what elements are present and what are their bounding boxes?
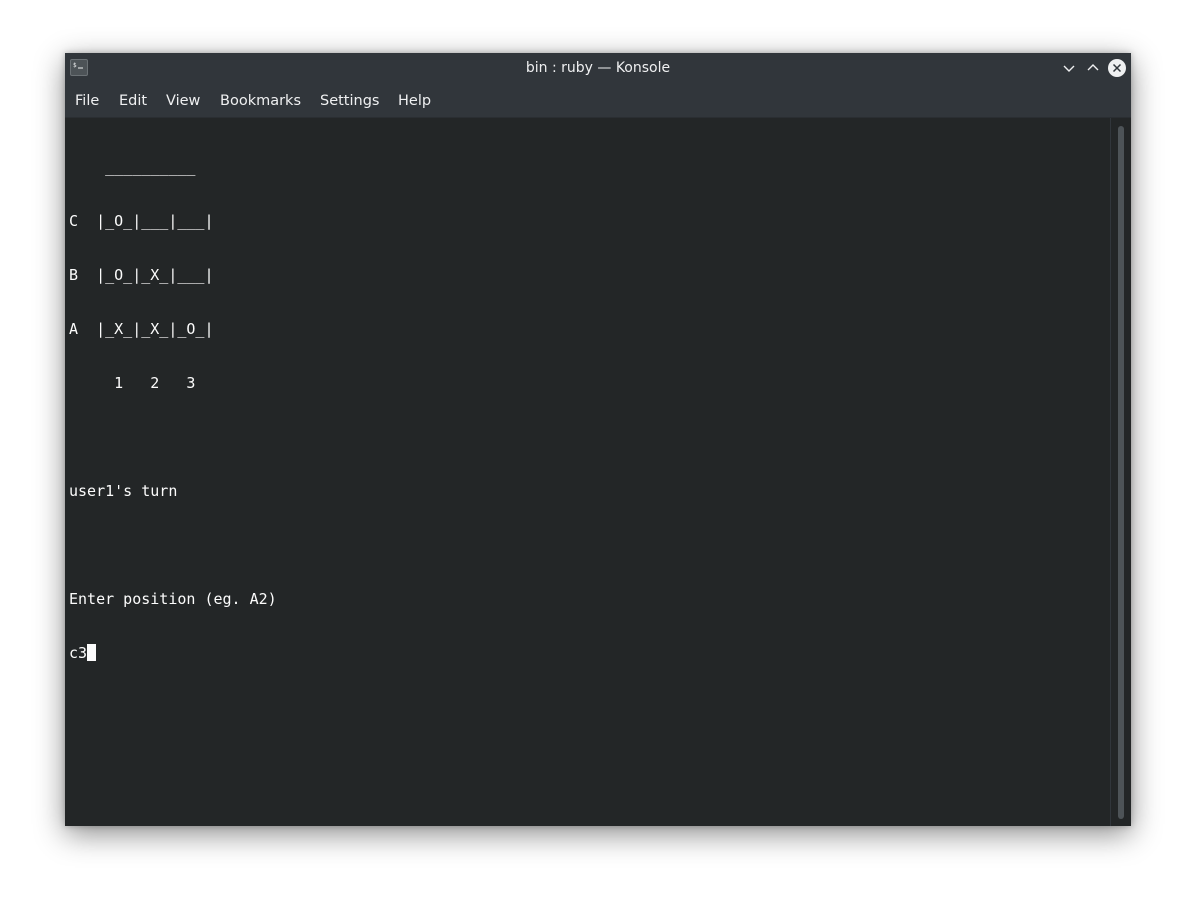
vertical-scrollbar[interactable]	[1110, 118, 1131, 826]
typed-input: c3	[69, 644, 88, 662]
board-top-border: __________	[69, 158, 196, 176]
minimize-button[interactable]	[1059, 58, 1079, 78]
input-line[interactable]: c3	[69, 644, 277, 662]
menu-edit[interactable]: Edit	[114, 84, 152, 118]
board-row-b: B |_O_|_X_|___|	[69, 266, 214, 284]
board-row-c: C |_O_|___|___|	[69, 212, 214, 230]
turn-message: user1's turn	[69, 482, 178, 500]
title-bar[interactable]: $ bin : ruby — Konsole	[65, 53, 1131, 84]
input-prompt: Enter position (eg. A2)	[69, 590, 277, 608]
text-cursor	[87, 644, 97, 661]
board-column-labels: 1 2 3	[69, 374, 196, 392]
window-title: bin : ruby — Konsole	[525, 60, 671, 76]
menu-bookmarks[interactable]: Bookmarks	[215, 84, 306, 118]
close-button[interactable]	[1107, 58, 1127, 78]
menu-bar: File Edit View Bookmarks Settings Help	[65, 84, 1131, 118]
menu-settings[interactable]: Settings	[315, 84, 384, 118]
terminal-icon[interactable]: $	[70, 59, 88, 76]
terminal-output[interactable]: __________ C |_O_|___|___| B |_O_|_X_|__…	[65, 118, 1110, 826]
konsole-window: $ bin : ruby — Konsole File Edit View Bo…	[65, 53, 1131, 826]
close-icon	[1108, 59, 1126, 77]
menu-view[interactable]: View	[161, 84, 205, 118]
terminal-text: __________ C |_O_|___|___| B |_O_|_X_|__…	[69, 122, 277, 698]
maximize-button[interactable]	[1083, 58, 1103, 78]
minimize-icon	[1063, 65, 1075, 72]
menu-file[interactable]: File	[70, 84, 104, 118]
board-row-a: A |_X_|_X_|_O_|	[69, 320, 214, 338]
menu-help[interactable]: Help	[393, 84, 436, 118]
svg-text:$: $	[73, 62, 77, 69]
maximize-icon	[1087, 64, 1099, 71]
scrollbar-thumb[interactable]	[1118, 126, 1124, 819]
